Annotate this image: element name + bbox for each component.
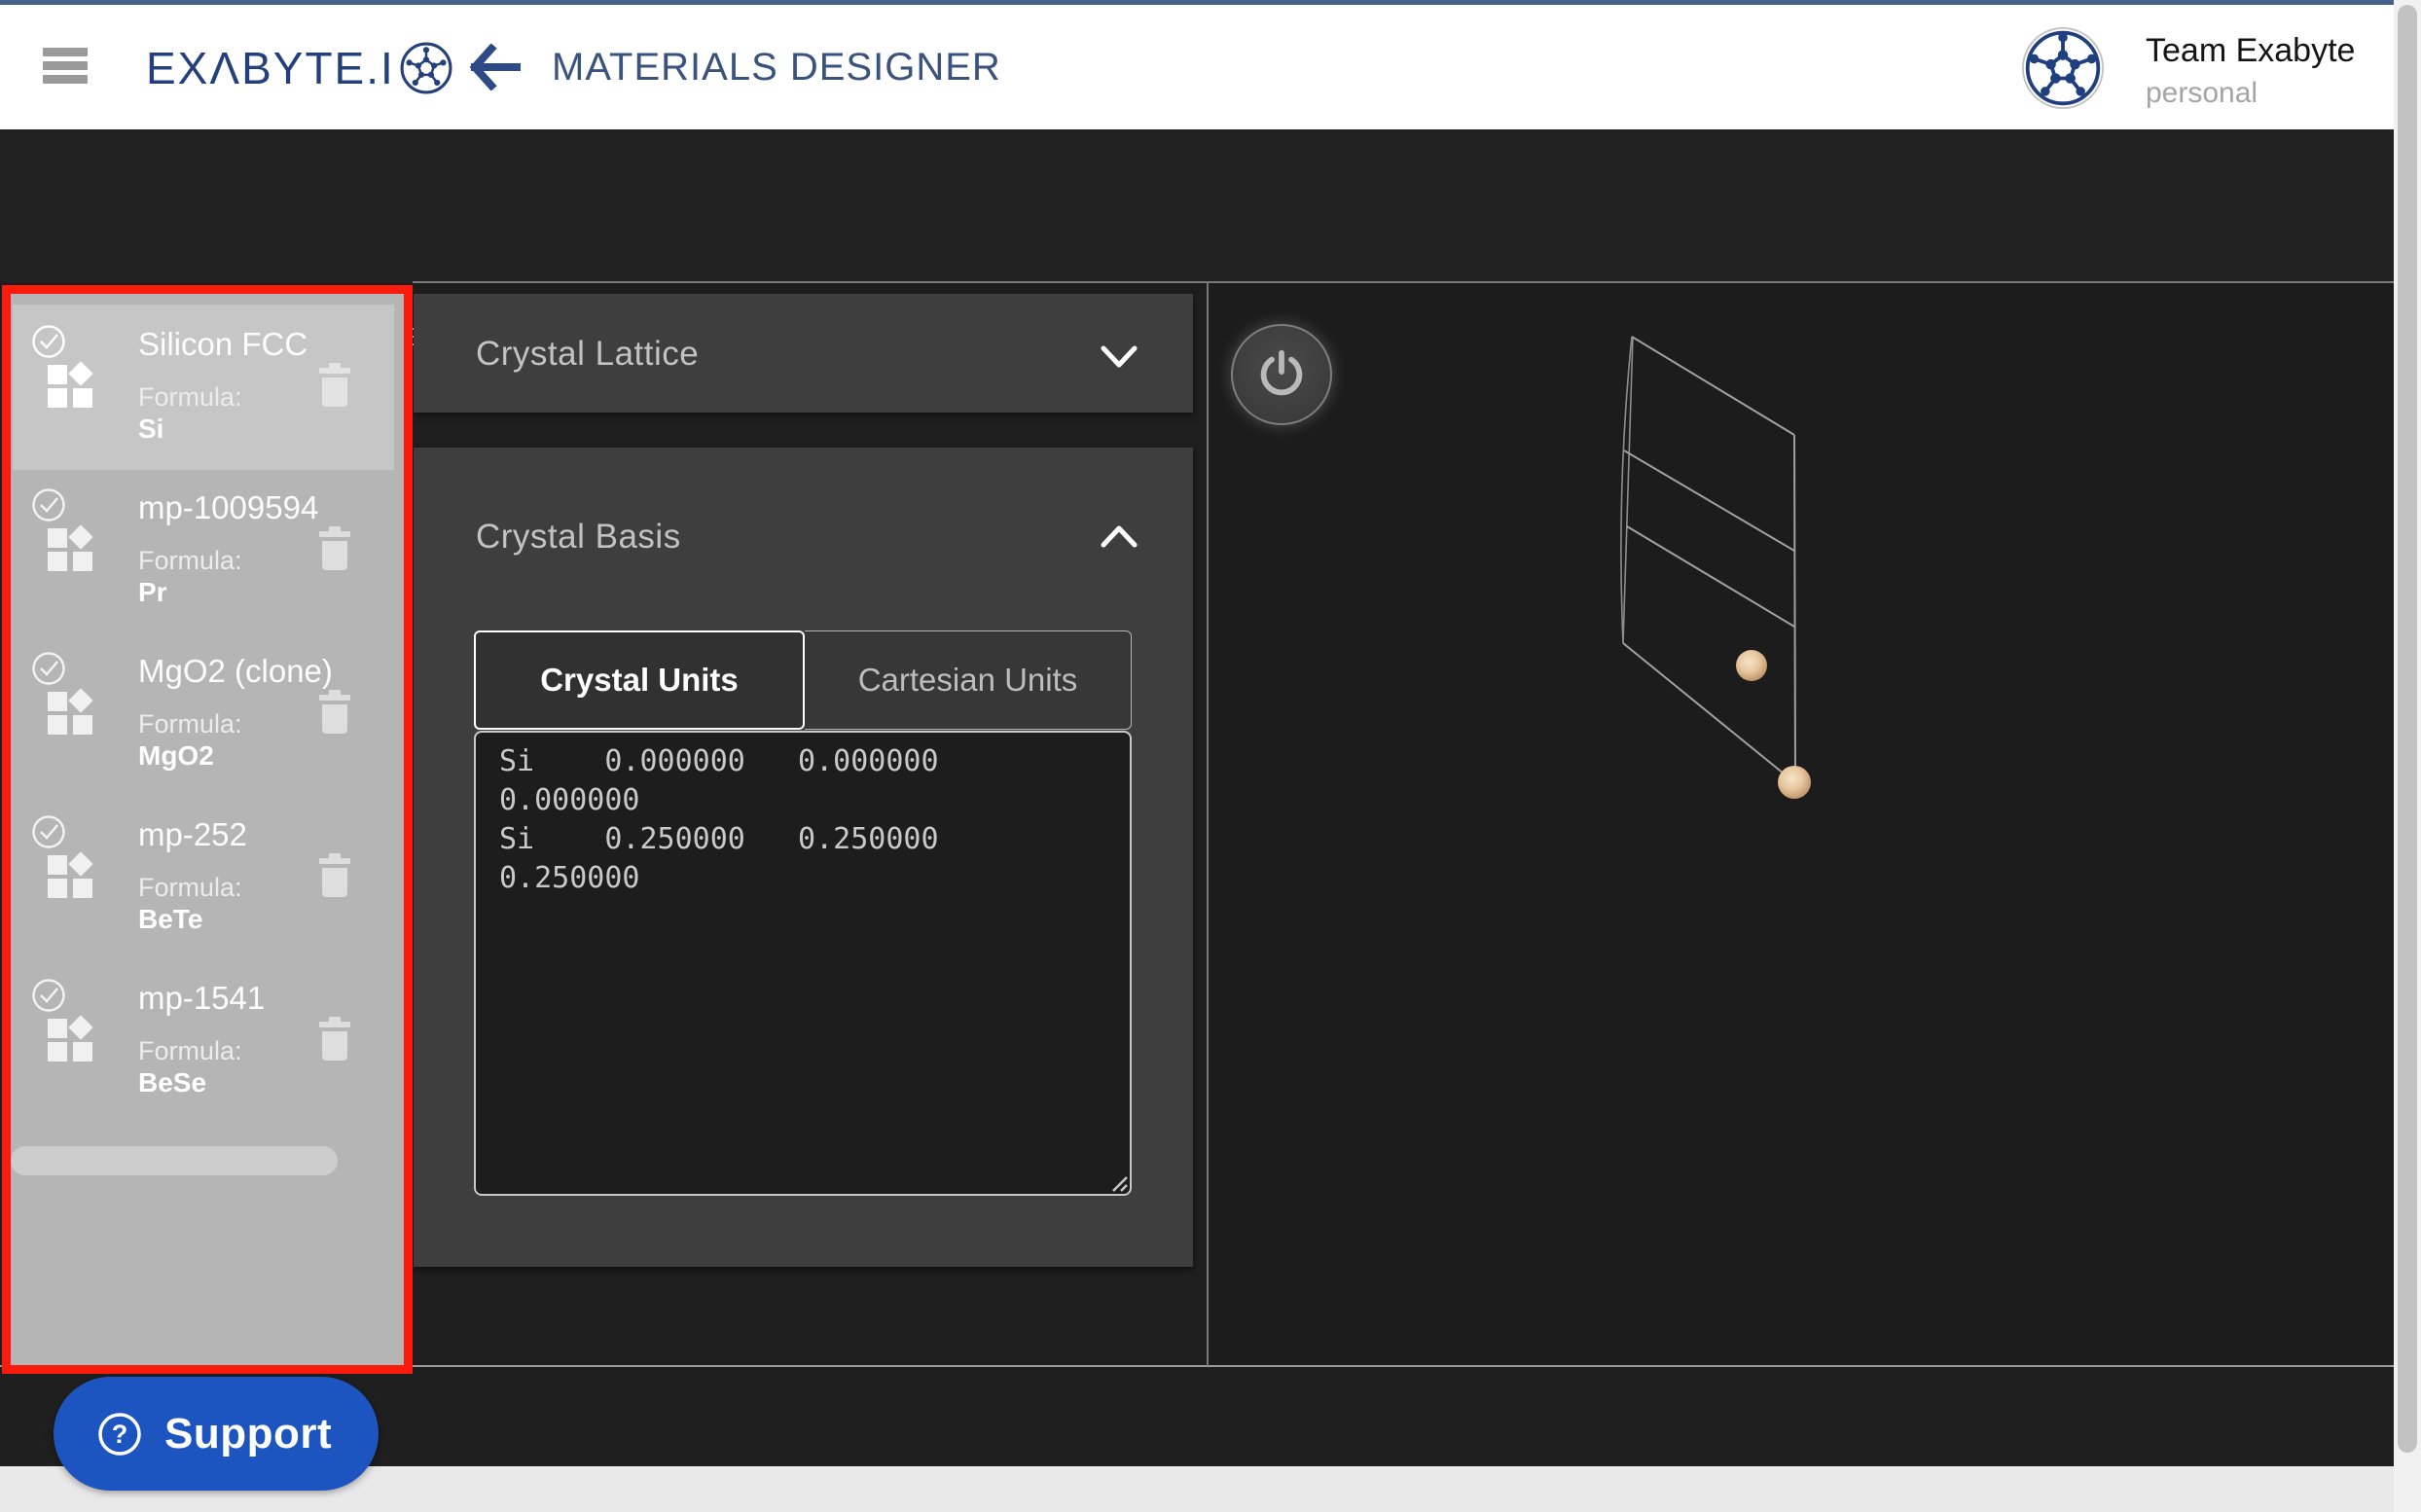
formula-value: Pr — [138, 577, 167, 608]
check-circle-icon[interactable] — [31, 814, 66, 849]
page-title: MATERIALS DESIGNER — [552, 46, 1001, 90]
formula-value: BeTe — [138, 904, 202, 935]
content-top-border — [413, 281, 2394, 283]
check-circle-icon[interactable] — [31, 978, 66, 1013]
formula-label: Formula: — [138, 873, 242, 903]
basis-coordinates-input[interactable]: Si 0.000000 0.000000 0.000000 Si 0.25000… — [474, 731, 1132, 1196]
formula-label: Formula: — [138, 382, 242, 413]
trash-icon[interactable] — [318, 853, 351, 898]
check-circle-icon[interactable] — [31, 487, 66, 522]
support-button[interactable]: ? Support — [54, 1377, 379, 1491]
sidebar-horizontal-scrollbar[interactable] — [11, 1146, 338, 1175]
material-item-mp-1009594[interactable]: mp-1009594 Formula: Pr — [13, 468, 394, 631]
widgets-icon — [46, 851, 96, 902]
exabyte-logo[interactable]: EXΛBYTE.I — [146, 34, 453, 102]
material-title: MgO2 (clone) — [138, 653, 333, 690]
question-circle-icon: ? — [96, 1411, 143, 1458]
tab-label: Cartesian Units — [858, 662, 1078, 699]
app-header: EXΛBYTE.I MATERIALS DESIGNER — [0, 5, 2421, 129]
tab-cartesian-units[interactable]: Cartesian Units — [805, 630, 1132, 730]
panel-title: Crystal Basis — [476, 518, 681, 557]
material-item-silicon-fcc[interactable]: Silicon FCC Formula: Si — [13, 305, 394, 470]
user-role: personal — [2146, 77, 2258, 110]
page-scrollbar-thumb[interactable] — [2398, 5, 2417, 1453]
support-label: Support — [164, 1410, 332, 1458]
formula-label: Formula: — [138, 709, 242, 739]
formula-label: Formula: — [138, 546, 242, 576]
trash-icon[interactable] — [318, 690, 351, 735]
formula-value: Si — [138, 414, 163, 445]
check-circle-icon[interactable] — [31, 651, 66, 686]
material-title: Silicon FCC — [138, 326, 307, 363]
svg-text:?: ? — [112, 1420, 128, 1449]
panel-title: Crystal Lattice — [476, 335, 699, 374]
content-bottom-border — [0, 1365, 2394, 1367]
crystal-basis-panel: Crystal Basis Crystal Units Cartesian Un… — [414, 448, 1193, 1267]
units-tabs: Crystal Units Cartesian Units — [474, 630, 1132, 730]
window-bottom-strip — [0, 1466, 2421, 1512]
widgets-icon — [46, 524, 96, 575]
tab-label: Crystal Units — [540, 662, 739, 699]
chevron-down-icon[interactable] — [1099, 342, 1139, 372]
trash-icon[interactable] — [318, 1017, 351, 1062]
trash-icon[interactable] — [318, 363, 351, 408]
material-title: mp-1009594 — [138, 489, 318, 526]
viewer-3d[interactable] — [1209, 283, 2394, 1365]
widgets-icon — [46, 361, 96, 412]
crystal-lattice-panel[interactable]: Crystal Lattice — [414, 294, 1193, 413]
page-scrollbar-track[interactable] — [2394, 0, 2421, 1512]
material-item-mp-1541[interactable]: mp-1541 Formula: BeSe — [13, 958, 394, 1122]
formula-label: Formula: — [138, 1036, 242, 1066]
fullerene-globe-icon — [399, 41, 453, 95]
material-title: mp-1541 — [138, 980, 265, 1017]
panel-divider — [1207, 283, 1209, 1366]
user-name[interactable]: Team Exabyte — [2146, 32, 2355, 70]
trash-icon[interactable] — [318, 526, 351, 571]
widgets-icon — [46, 1015, 96, 1065]
formula-value: BeSe — [138, 1067, 206, 1098]
widgets-icon — [46, 688, 96, 738]
materials-list: Silicon FCC Formula: Si mp-1009594 Formu… — [11, 294, 404, 1365]
back-arrow-icon[interactable] — [468, 44, 523, 90]
chevron-up-icon[interactable] — [1099, 522, 1139, 551]
material-item-mp-252[interactable]: mp-252 Formula: BeTe — [13, 795, 394, 958]
resize-handle-icon[interactable] — [1103, 1168, 1129, 1193]
formula-value: MgO2 — [138, 740, 214, 772]
tab-crystal-units[interactable]: Crystal Units — [474, 630, 805, 730]
check-circle-icon[interactable] — [31, 324, 66, 359]
hamburger-menu-icon[interactable] — [43, 48, 88, 89]
crystal-wireframe — [1209, 283, 2394, 1365]
team-avatar[interactable] — [2021, 26, 2105, 110]
logo-text: EXΛBYTE.I — [146, 42, 395, 94]
menu-bar: INPUT/OUTPUT EDIT VIEW ADVANCED HELP — [0, 129, 2421, 282]
material-title: mp-252 — [138, 816, 247, 853]
material-item-mgo2-clone[interactable]: MgO2 (clone) Formula: MgO2 — [13, 631, 394, 795]
